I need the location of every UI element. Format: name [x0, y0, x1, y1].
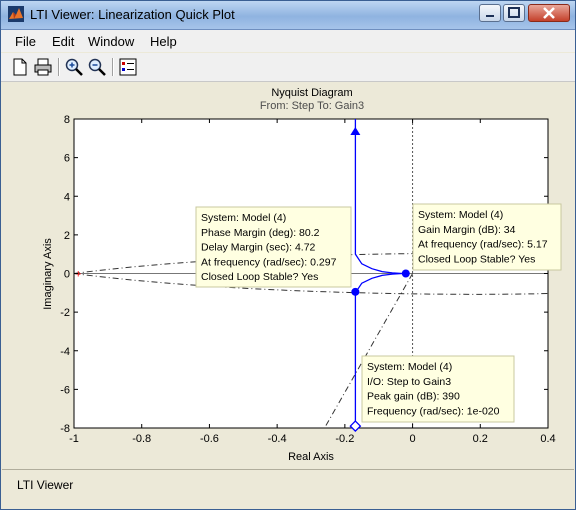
- x-tick-label: 0.4: [540, 433, 555, 445]
- zoom-in-icon[interactable]: [64, 57, 84, 77]
- menu-file[interactable]: File: [15, 34, 36, 49]
- minimize-icon: [486, 15, 494, 17]
- toolbar: [1, 53, 575, 82]
- lti-viewer-window: LTI Viewer: Linearization Quick Plot Fil…: [0, 0, 576, 510]
- window-title: LTI Viewer: Linearization Quick Plot: [30, 7, 235, 22]
- matlab-logo-icon: [8, 6, 24, 22]
- y-tick-label: 4: [64, 191, 70, 203]
- y-axis-label: Imaginary Axis: [42, 238, 54, 310]
- y-tick-label: -8: [60, 423, 70, 435]
- maximize-button[interactable]: [503, 4, 525, 22]
- x-axis-label: Real Axis: [288, 451, 334, 463]
- maximize-icon: [508, 7, 520, 18]
- x-tick-label: 0: [410, 433, 416, 445]
- plot-canvas: Nyquist Diagram From: Step To: Gain3 + -…: [2, 82, 574, 468]
- print-icon[interactable]: [33, 57, 53, 77]
- y-tick-label: 8: [64, 114, 70, 126]
- legend-icon[interactable]: [118, 57, 138, 77]
- x-tick-label: -0.4: [268, 433, 287, 445]
- plot-subtitle: From: Step To: Gain3: [260, 100, 364, 112]
- menu-edit[interactable]: Edit: [52, 34, 74, 49]
- phase-margin-datatip: System: Model (4) Phase Margin (deg): 80.…: [195, 206, 352, 288]
- plot-title: Nyquist Diagram: [271, 87, 352, 99]
- menu-window[interactable]: Window: [88, 34, 134, 49]
- menu-help[interactable]: Help: [150, 34, 177, 49]
- close-button[interactable]: [528, 4, 570, 22]
- phase-margin-datatip-line: At frequency (rad/sec): 0.297: [201, 256, 337, 268]
- x-tick-label: -1: [69, 433, 79, 445]
- new-icon[interactable]: [10, 57, 30, 77]
- minimize-button[interactable]: [479, 4, 501, 22]
- gain-margin-marker: [401, 269, 410, 278]
- y-tick-label: 0: [64, 269, 70, 281]
- x-tick-label: -0.2: [335, 433, 354, 445]
- close-icon: [543, 7, 555, 19]
- gain-margin-datatip-line: Closed Loop Stable? Yes: [418, 253, 535, 265]
- x-tick-label: -0.8: [132, 433, 151, 445]
- critical-point-marker: +: [75, 269, 81, 281]
- peak-gain-datatip-line: Peak gain (dB): 390: [367, 391, 460, 403]
- title-bar[interactable]: LTI Viewer: Linearization Quick Plot: [1, 1, 575, 30]
- phase-margin-datatip-line: System: Model (4): [201, 212, 286, 224]
- y-tick-label: 6: [64, 153, 70, 165]
- x-tick-label: -0.6: [200, 433, 219, 445]
- toolbar-separator: [112, 58, 114, 76]
- phase-margin-datatip-line: Phase Margin (deg): 80.2: [201, 227, 320, 239]
- toolbar-separator: [58, 58, 60, 76]
- nyquist-plot[interactable]: Nyquist Diagram From: Step To: Gain3 + -…: [2, 82, 574, 468]
- y-tick-label: -2: [60, 307, 70, 319]
- gain-margin-datatip-line: At frequency (rad/sec): 5.17: [418, 239, 548, 251]
- phase-margin-datatip-line: Delay Margin (sec): 4.72: [201, 242, 316, 254]
- gain-margin-datatip-line: System: Model (4): [418, 209, 503, 221]
- y-tick-label: -4: [60, 346, 70, 358]
- phase-margin-datatip-line: Closed Loop Stable? Yes: [201, 271, 318, 283]
- gain-margin-datatip-line: Gain Margin (dB): 34: [418, 224, 516, 236]
- menu-bar: File Edit Window Help: [1, 30, 575, 52]
- y-tick-label: 2: [64, 230, 70, 242]
- zoom-out-icon[interactable]: [87, 57, 107, 77]
- peak-gain-datatip-line: I/O: Step to Gain3: [367, 376, 451, 388]
- status-text: LTI Viewer: [17, 478, 74, 492]
- phase-margin-marker: [351, 287, 360, 296]
- y-tick-label: -6: [60, 384, 70, 396]
- peak-gain-datatip-line: Frequency (rad/sec): 1e-020: [367, 405, 500, 417]
- x-tick-label: 0.2: [473, 433, 488, 445]
- peak-gain-datatip: System: Model (4) I/O: Step to Gain3 Peak …: [361, 355, 515, 423]
- status-bar: LTI Viewer: [2, 469, 574, 509]
- gain-margin-datatip: System: Model (4) Gain Margin (dB): 34 At …: [412, 203, 562, 271]
- peak-gain-datatip-line: System: Model (4): [367, 361, 452, 373]
